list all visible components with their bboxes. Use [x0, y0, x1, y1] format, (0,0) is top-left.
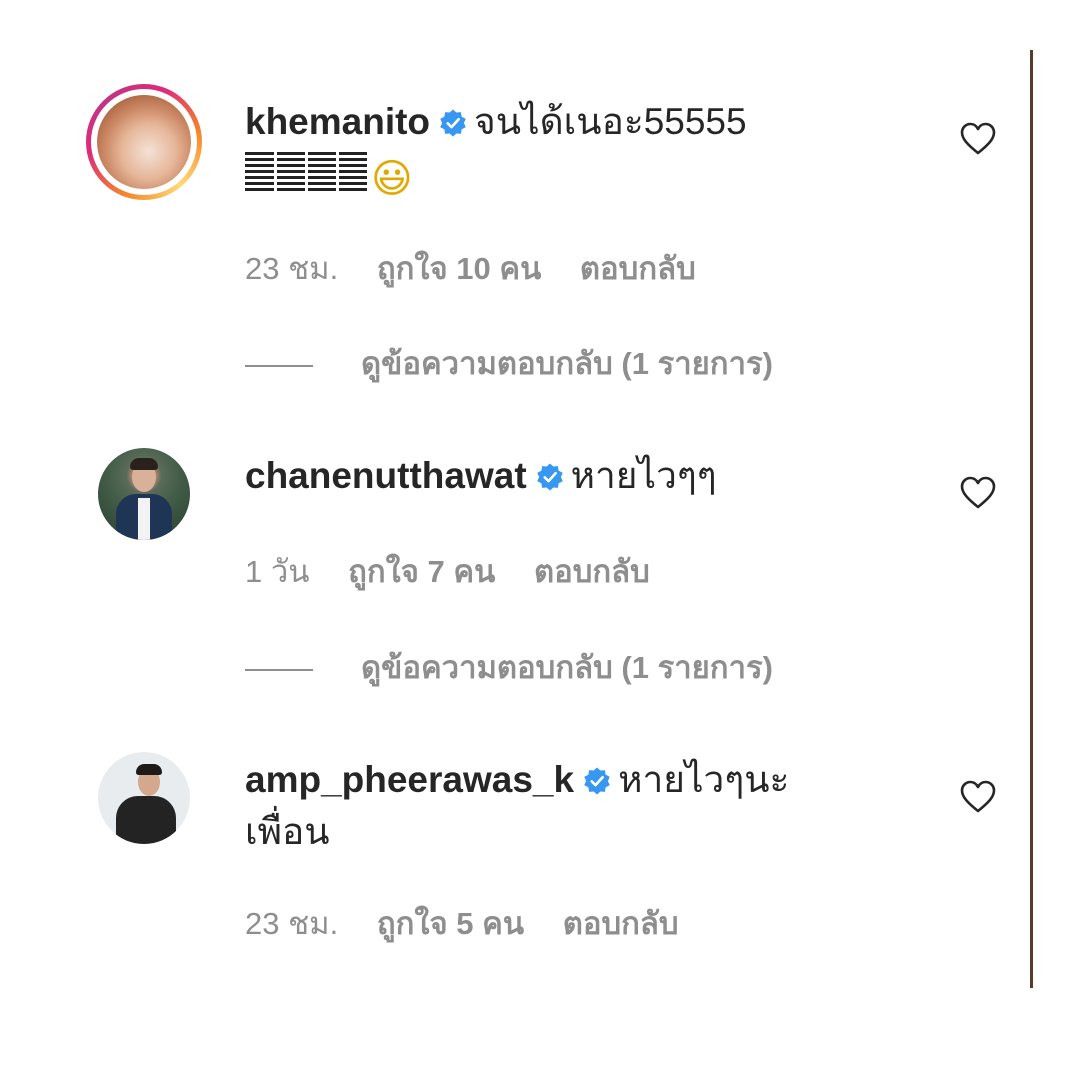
panel-divider [1030, 50, 1033, 988]
reply-button[interactable]: ตอบกลับ [563, 906, 679, 941]
comment-text: หายไวๆนะ [618, 759, 790, 800]
comment-meta: 23 ชม. ถูกใจ 10 คน ตอบกลับ [245, 243, 726, 293]
heart-outline-icon[interactable] [960, 476, 996, 510]
smiley-emoji-icon: 😃 [371, 156, 413, 202]
reply-button[interactable]: ตอบกลับ [534, 554, 650, 589]
comment-time: 23 ชม. [245, 251, 339, 286]
comment-likes[interactable]: ถูกใจ 7 คน [348, 554, 495, 589]
comment-body: khemanito จนได้เนอะ55555 😃 [245, 96, 865, 205]
view-replies-label: ดูข้อความตอบกลับ (1 รายการ) [361, 346, 773, 381]
comment-time: 1 วัน [245, 554, 310, 589]
verified-badge-icon [584, 767, 610, 795]
comment-username[interactable]: khemanito [245, 101, 430, 142]
replies-dash [245, 668, 313, 671]
comment-username[interactable]: amp_pheerawas_k [245, 759, 574, 800]
view-replies-button[interactable]: ดูข้อความตอบกลับ (1 รายการ) [245, 642, 773, 692]
comment-text: หายไวๆๆ [570, 455, 717, 496]
censor-bars [245, 152, 367, 192]
comment-text-line-2: เพื่อน [245, 811, 330, 852]
heart-outline-icon[interactable] [960, 122, 996, 156]
comment-body: amp_pheerawas_k หายไวๆนะ เพื่อน [245, 754, 865, 858]
verified-badge-icon [440, 109, 466, 137]
comment-text: จนได้เนอะ55555 [474, 101, 747, 142]
view-replies-label: ดูข้อความตอบกลับ (1 รายการ) [361, 650, 773, 685]
comment-body: chanenutthawat หายไวๆๆ [245, 450, 865, 502]
avatar [97, 95, 191, 189]
comment-likes[interactable]: ถูกใจ 10 คน [377, 251, 541, 286]
view-replies-button[interactable]: ดูข้อความตอบกลับ (1 รายการ) [245, 338, 773, 388]
avatar-story-ring[interactable] [86, 84, 202, 200]
verified-badge-icon [536, 463, 563, 491]
comment-meta: 1 วัน ถูกใจ 7 คน ตอบกลับ [245, 546, 680, 596]
reply-button[interactable]: ตอบกลับ [580, 251, 696, 286]
heart-outline-icon[interactable] [960, 780, 996, 814]
comment-likes[interactable]: ถูกใจ 5 คน [377, 906, 524, 941]
comment-time: 23 ชม. [245, 906, 339, 941]
comment-username[interactable]: chanenutthawat [245, 455, 527, 496]
replies-dash [245, 364, 313, 367]
avatar[interactable] [98, 448, 190, 540]
avatar[interactable] [98, 752, 190, 844]
comment-meta: 23 ชม. ถูกใจ 5 คน ตอบกลับ [245, 898, 709, 948]
